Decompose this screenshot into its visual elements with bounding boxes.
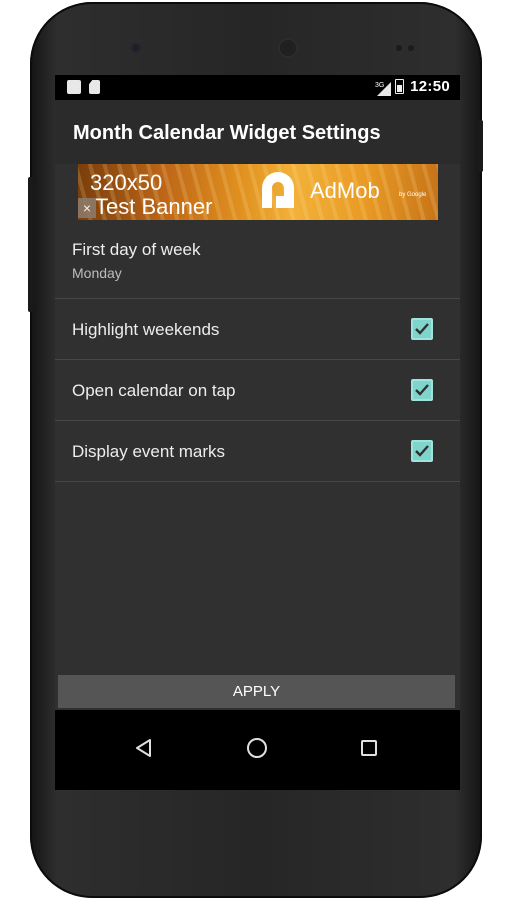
admob-logo-icon [262, 172, 294, 208]
checkmark-icon [415, 323, 429, 335]
recents-button[interactable] [349, 728, 389, 768]
battery-icon [395, 79, 405, 94]
pref-title: Open calendar on tap [72, 381, 236, 400]
status-time: 12:50 [410, 78, 450, 95]
pref-title: First day of week [72, 240, 201, 259]
pref-first-day-of-week[interactable]: First day of week Monday [55, 220, 460, 299]
checkmark-icon [415, 445, 429, 457]
front-camera [132, 44, 140, 52]
checkmark-icon [415, 384, 429, 396]
earpiece-speaker [278, 38, 298, 58]
notification-icon [67, 80, 81, 94]
back-icon [136, 739, 151, 757]
pref-title: Display event marks [72, 442, 226, 461]
back-button[interactable] [124, 728, 164, 768]
ad-close-button[interactable]: × [78, 198, 96, 218]
open-calendar-checkbox[interactable] [411, 379, 433, 401]
pref-highlight-weekends[interactable]: Highlight weekends [55, 299, 460, 360]
home-icon [247, 738, 267, 758]
settings-screen: Month Calendar Widget Settings 320x50 Te… [55, 100, 460, 710]
ad-brand-subtext: by Google [399, 192, 427, 198]
light-sensor [408, 45, 414, 51]
apply-button[interactable]: APPLY [58, 675, 455, 708]
volume-button [28, 177, 33, 312]
ad-label-text: Test Banner [95, 194, 213, 219]
status-bar: 3G 12:50 [55, 75, 460, 100]
pref-display-event-marks[interactable]: Display event marks [55, 421, 460, 482]
phone-screen: 3G 12:50 Month Calendar Widget Settings … [55, 75, 460, 790]
pref-title: Highlight weekends [72, 320, 220, 339]
navigation-bar [55, 710, 460, 790]
display-event-marks-checkbox[interactable] [411, 440, 433, 462]
home-button[interactable] [237, 728, 277, 768]
action-bar: Month Calendar Widget Settings [55, 100, 460, 164]
proximity-sensor [396, 45, 402, 51]
page-title: Month Calendar Widget Settings [73, 122, 381, 144]
ad-size-text: 320x50 [90, 170, 163, 195]
preference-list: First day of week Monday Highlight weeke… [55, 220, 460, 482]
sd-card-icon [89, 80, 100, 94]
ad-brand-text: AdMob [310, 178, 380, 203]
ad-banner[interactable]: 320x50 Test Banner × AdMob by Google [78, 164, 438, 220]
pref-open-calendar-on-tap[interactable]: Open calendar on tap [55, 360, 460, 421]
highlight-weekends-checkbox[interactable] [411, 318, 433, 340]
power-button [478, 120, 483, 172]
signal-icon: 3G [375, 80, 392, 96]
pref-summary: Monday [72, 265, 122, 281]
recents-icon [361, 740, 377, 756]
network-type-label: 3G [375, 82, 384, 89]
